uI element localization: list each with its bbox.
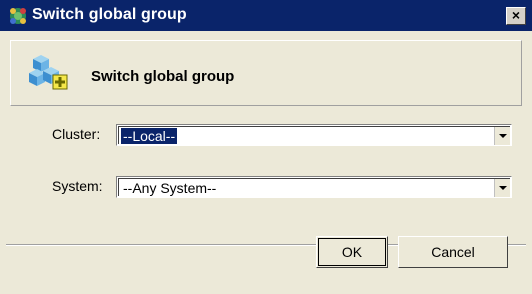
chevron-down-icon (499, 186, 507, 190)
window-title: Switch global group (32, 6, 187, 23)
dialog-header: Switch global group (10, 40, 522, 106)
title-bar[interactable]: Switch global group × (0, 0, 532, 31)
system-label: System: (52, 178, 103, 194)
system-dropdown-button[interactable] (494, 179, 510, 197)
chevron-down-icon (499, 134, 507, 138)
cluster-select[interactable]: --Local-- (116, 124, 512, 146)
cluster-dropdown-button[interactable] (494, 127, 510, 145)
system-select[interactable]: --Any System-- (116, 176, 512, 198)
cubes-add-icon (29, 53, 69, 93)
close-button[interactable]: × (506, 7, 526, 25)
globe-group-icon (8, 6, 28, 26)
cluster-label: Cluster: (52, 126, 101, 142)
ok-button[interactable]: OK (316, 236, 388, 268)
system-select-value: --Any System-- (123, 180, 217, 196)
header-title: Switch global group (91, 68, 235, 85)
cancel-button[interactable]: Cancel (398, 236, 508, 268)
dialog-window: Switch global group × Switch global grou… (0, 0, 532, 294)
cluster-select-value: --Local-- (121, 128, 178, 144)
